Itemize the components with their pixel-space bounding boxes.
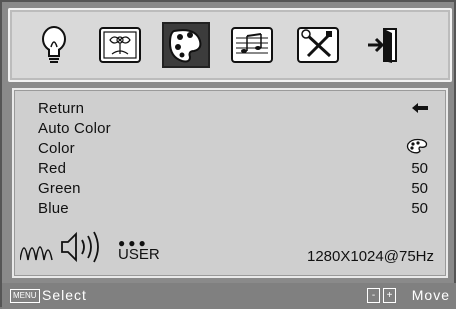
menu-item-label: Red [38, 159, 67, 177]
menu-item-value: 50 [411, 159, 428, 177]
menu-item-value: 50 [411, 199, 428, 217]
palette-small-icon [406, 138, 428, 158]
menu-item-red[interactable]: Red 50 [38, 158, 428, 178]
menu-item-return[interactable]: Return [38, 98, 428, 118]
move-keys: - + [367, 288, 396, 303]
color-palette-icon [168, 29, 202, 63]
minus-key-icon: - [367, 288, 380, 303]
status-info: ●●● USER 1280X1024@75Hz [20, 224, 440, 270]
menu-item-label: Auto Color [38, 119, 111, 137]
menu-item-label: Green [38, 179, 81, 197]
help-bar: MENU Select - + Move [2, 283, 456, 309]
menu-item-label: Return [38, 99, 85, 117]
menu-item-label: Blue [38, 199, 69, 217]
icon-toolbar [8, 8, 452, 82]
lightbulb-icon [42, 26, 66, 63]
plus-key-icon: + [383, 288, 396, 303]
tab-exit[interactable] [360, 22, 408, 68]
menu-key-icon: MENU [10, 289, 40, 303]
tab-tools[interactable] [294, 22, 342, 68]
tab-color[interactable] [162, 22, 210, 68]
tab-audio[interactable] [228, 22, 276, 68]
exit-icon [368, 28, 397, 63]
osd-window: Return Auto Color Color Red 50 Green 50 … [0, 0, 456, 309]
resolution-readout: 1280X1024@75Hz [307, 248, 434, 265]
move-hint: Move [411, 287, 450, 303]
mode-label: USER [118, 246, 160, 263]
select-hint: Select [42, 287, 87, 303]
tools-icon [297, 27, 339, 63]
menu-item-label: Color [38, 139, 75, 157]
back-arrow-icon [412, 100, 428, 117]
picture-icon [99, 27, 141, 63]
menu-item-color[interactable]: Color [38, 138, 428, 158]
menu-item-green[interactable]: Green 50 [38, 178, 428, 198]
tab-brightness[interactable] [30, 22, 78, 68]
menu-item-value: 50 [411, 179, 428, 197]
audio-icon [231, 27, 273, 63]
menu-item-blue[interactable]: Blue 50 [38, 198, 428, 218]
menu-item-auto-color[interactable]: Auto Color [38, 118, 428, 138]
audio-wave-icon [20, 231, 99, 263]
tab-picture[interactable] [96, 22, 144, 68]
